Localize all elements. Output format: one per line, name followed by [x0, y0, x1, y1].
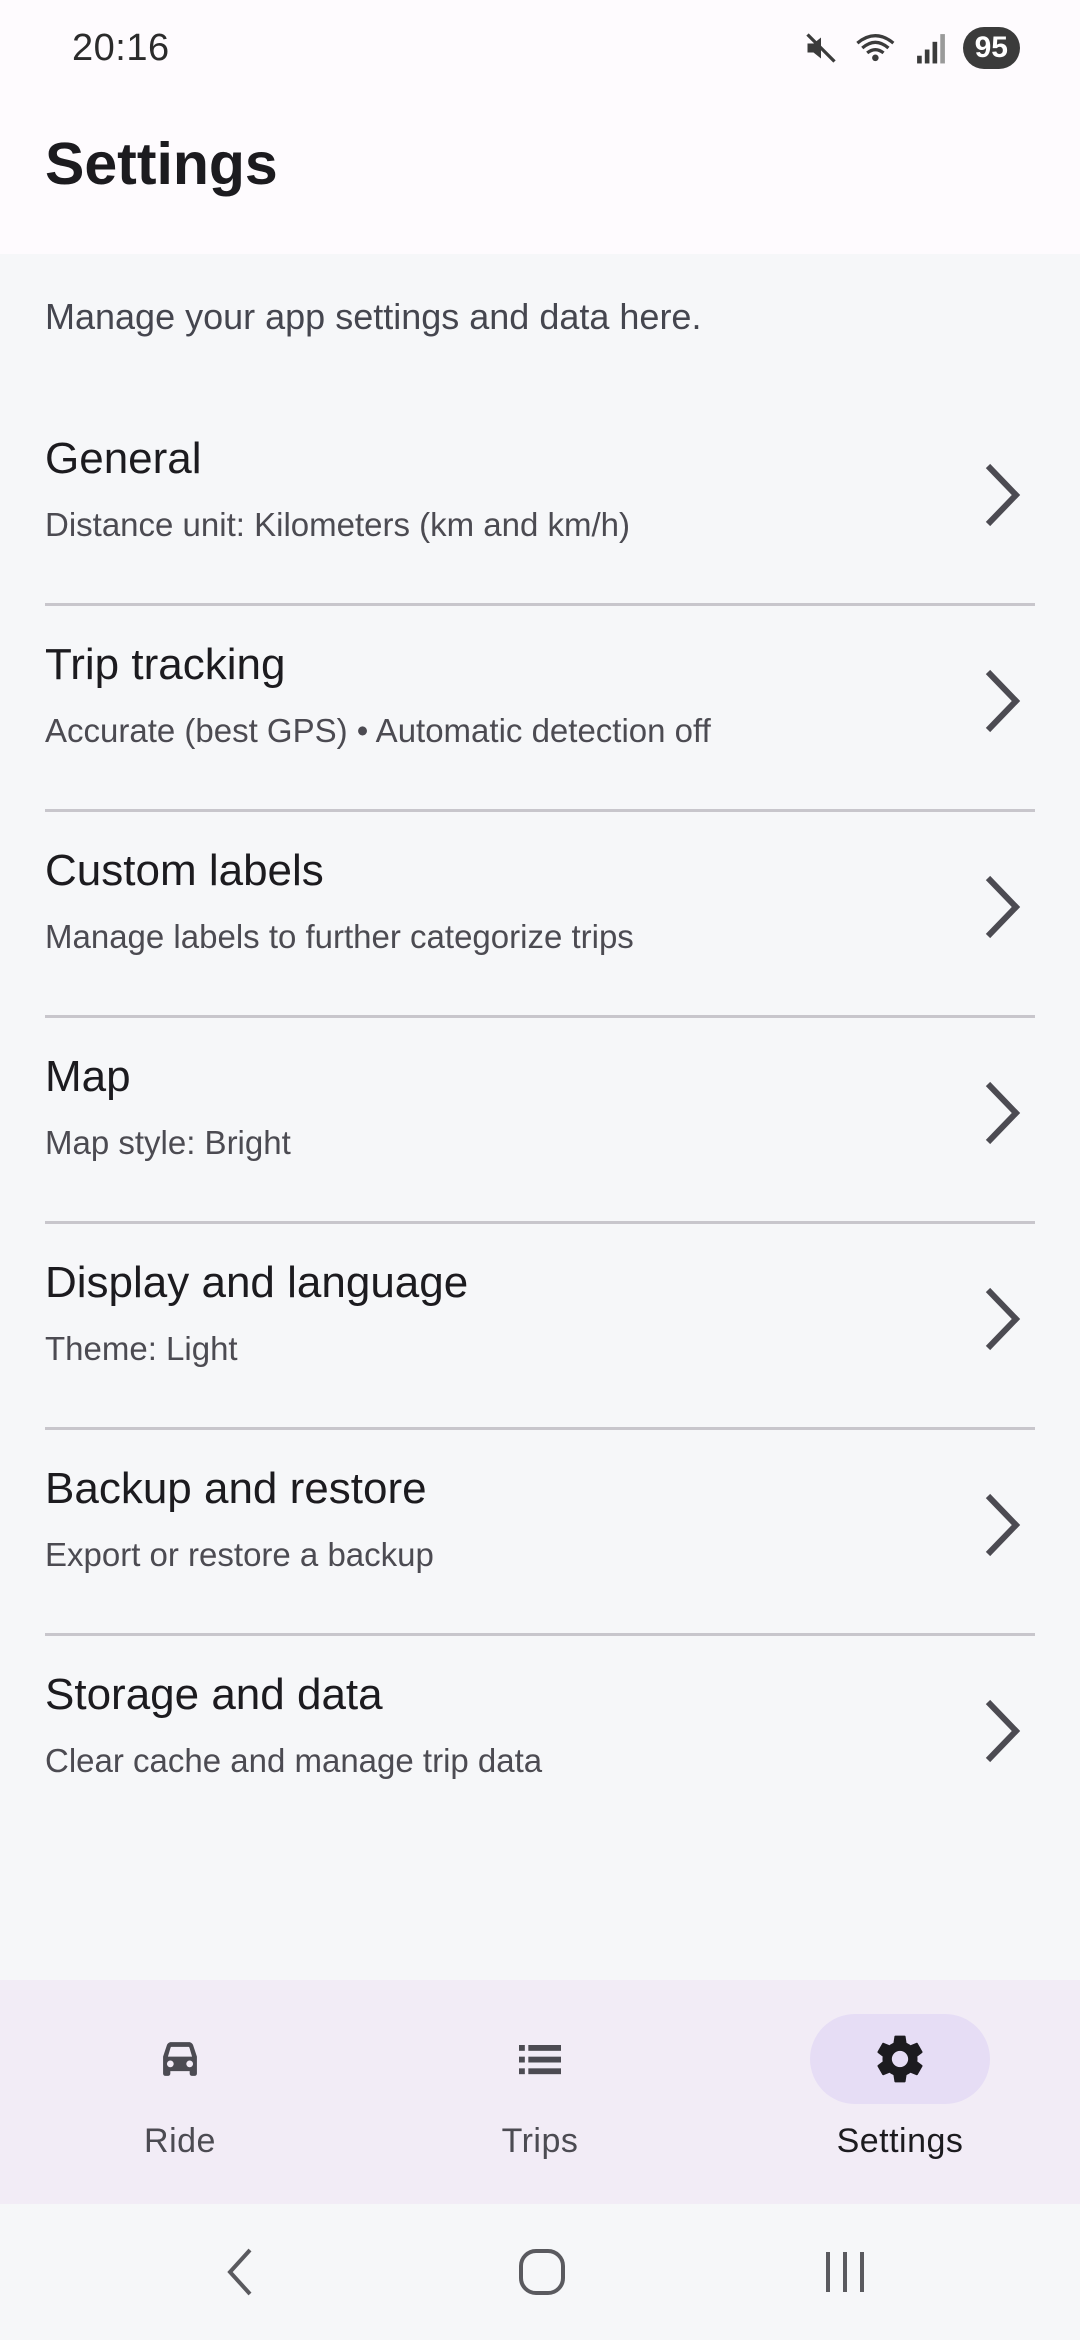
- list-icon: [519, 2045, 561, 2075]
- app-bar: Settings: [0, 96, 1080, 254]
- nav-tab-settings[interactable]: Settings: [720, 1980, 1080, 2204]
- settings-item-custom-labels[interactable]: Custom labels Manage labels to further c…: [0, 812, 1080, 1018]
- item-title: Trip tracking: [45, 640, 286, 689]
- chevron-right-icon: [985, 669, 1021, 733]
- car-icon: [163, 2042, 197, 2076]
- item-subtitle: Accurate (best GPS) • Automatic detectio…: [45, 712, 711, 749]
- item-subtitle: Clear cache and manage trip data: [45, 1742, 543, 1779]
- recent-apps-icon[interactable]: [820, 2242, 870, 2302]
- gear-icon: [877, 2035, 923, 2083]
- battery-indicator: 95: [962, 27, 1020, 69]
- chevron-right-icon: [985, 875, 1021, 939]
- settings-list: General Distance unit: Kilometers (km an…: [0, 400, 1080, 1842]
- item-title: Storage and data: [45, 1670, 383, 1719]
- item-subtitle: Theme: Light: [45, 1330, 238, 1367]
- signal-icon: [916, 34, 945, 64]
- nav-label: Ride: [144, 2122, 216, 2160]
- nav-pill: [450, 2014, 630, 2104]
- intro-text: Manage your app settings and data here.: [45, 296, 702, 337]
- item-title: Map: [45, 1052, 131, 1101]
- item-title: Backup and restore: [45, 1464, 427, 1513]
- back-icon[interactable]: [218, 2242, 262, 2302]
- chevron-right-icon: [985, 1493, 1021, 1557]
- settings-item-backup-restore[interactable]: Backup and restore Export or restore a b…: [0, 1430, 1080, 1636]
- nav-pill-active: [810, 2014, 990, 2104]
- status-bar: 20:16 95: [0, 0, 1080, 96]
- item-title: General: [45, 434, 202, 483]
- item-subtitle: Map style: Bright: [45, 1124, 291, 1161]
- item-title: Custom labels: [45, 846, 324, 895]
- status-icons: 95: [803, 27, 1020, 69]
- page-title: Settings: [45, 131, 278, 197]
- settings-item-storage-data[interactable]: Storage and data Clear cache and manage …: [0, 1636, 1080, 1842]
- status-time: 20:16: [72, 26, 170, 69]
- chevron-right-icon: [985, 463, 1021, 527]
- item-title: Display and language: [45, 1258, 469, 1307]
- settings-item-general[interactable]: General Distance unit: Kilometers (km an…: [0, 400, 1080, 606]
- chevron-right-icon: [985, 1287, 1021, 1351]
- settings-item-display-language[interactable]: Display and language Theme: Light: [0, 1224, 1080, 1430]
- system-navigation-bar: [0, 2204, 1080, 2340]
- bottom-navigation: Ride Trips Settings: [0, 1980, 1080, 2204]
- home-icon[interactable]: [512, 2242, 572, 2302]
- item-subtitle: Distance unit: Kilometers (km and km/h): [45, 506, 631, 543]
- wifi-icon: [855, 34, 895, 62]
- chevron-right-icon: [985, 1699, 1021, 1763]
- nav-label: Settings: [836, 2122, 964, 2160]
- nav-tab-trips[interactable]: Trips: [360, 1980, 720, 2204]
- nav-tab-ride[interactable]: Ride: [0, 1980, 360, 2204]
- mute-icon: [805, 33, 836, 63]
- settings-item-map[interactable]: Map Map style: Bright: [0, 1018, 1080, 1224]
- item-subtitle: Manage labels to further categorize trip…: [45, 918, 634, 955]
- settings-item-trip-tracking[interactable]: Trip tracking Accurate (best GPS) • Auto…: [0, 606, 1080, 812]
- item-subtitle: Export or restore a backup: [45, 1536, 434, 1573]
- chevron-right-icon: [985, 1081, 1021, 1145]
- nav-pill: [90, 2014, 270, 2104]
- nav-label: Trips: [501, 2122, 579, 2160]
